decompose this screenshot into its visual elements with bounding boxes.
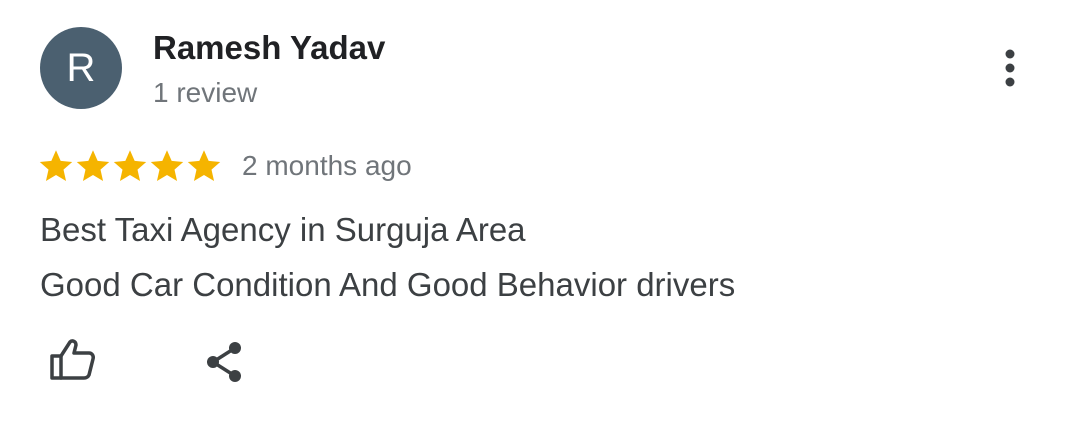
- avatar[interactable]: R: [40, 27, 122, 109]
- author-name[interactable]: Ramesh Yadav: [153, 29, 385, 67]
- star-icon: [39, 150, 73, 181]
- review-text: Best Taxi Agency in Surguja Area Good Ca…: [40, 202, 735, 312]
- avatar-initial: R: [66, 45, 96, 90]
- review-date: 2 months ago: [242, 150, 412, 181]
- more-vert-icon: [1005, 49, 1015, 87]
- more-options-button[interactable]: [988, 42, 1032, 94]
- rating-row: 2 months ago: [38, 145, 412, 187]
- star-icon: [150, 150, 184, 181]
- share-icon: [207, 342, 241, 382]
- star-icon: [187, 150, 221, 181]
- star-icon: [76, 150, 110, 181]
- review-count: 1 review: [153, 77, 258, 108]
- star-rating: [38, 148, 222, 184]
- share-button[interactable]: [198, 338, 250, 386]
- review-card: R Ramesh Yadav 1 review 2 months ago Bes…: [0, 0, 1080, 442]
- review-text-line: Good Car Condition And Good Behavior dri…: [40, 266, 736, 303]
- like-button[interactable]: [44, 336, 100, 384]
- thumb-up-icon: [50, 339, 95, 380]
- star-icon: [113, 150, 147, 181]
- review-text-line: Best Taxi Agency in Surguja Area: [40, 211, 526, 248]
